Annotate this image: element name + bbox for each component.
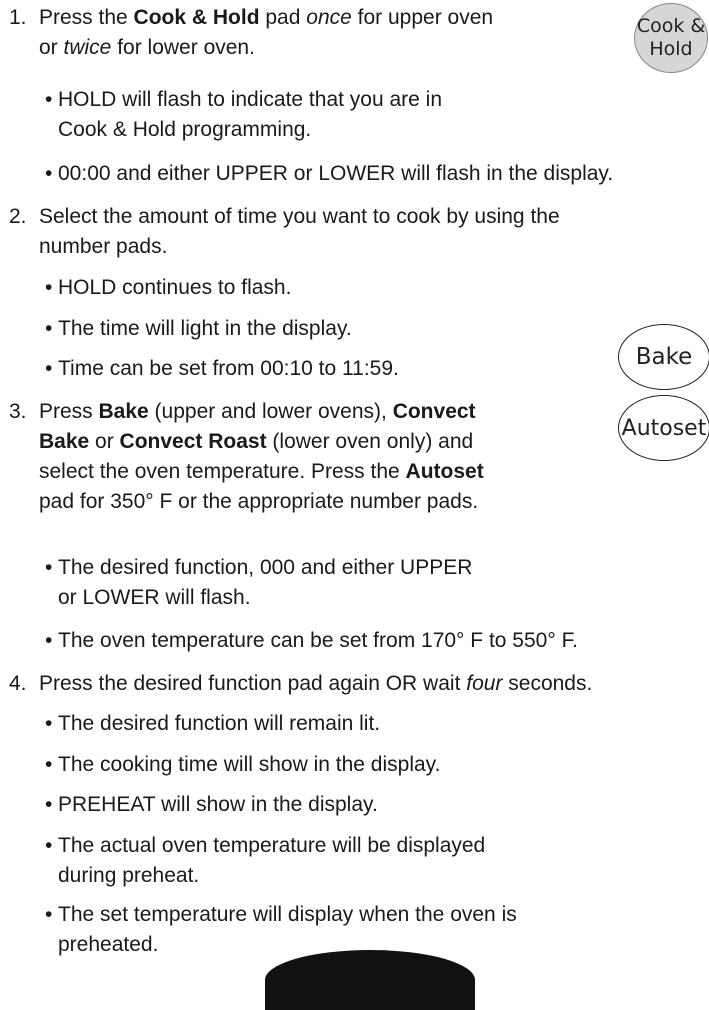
step-4: 4. Press the desired function pad again O… xyxy=(9,669,592,699)
autoset-pad-icon: Autoset xyxy=(618,395,709,461)
list-item: • The cooking time will show in the displ… xyxy=(45,753,441,776)
list-item: • The actual oven temperature will be dis… xyxy=(45,834,486,887)
cook-hold-pad-icon: Cook & Hold xyxy=(634,3,708,73)
list-item: • HOLD will flash to indicate that you ar… xyxy=(45,88,443,141)
step-2: 2. Select the amount of time you want to … xyxy=(9,202,560,262)
list-item: • 00:00 and either UPPER or LOWER will fl… xyxy=(45,162,614,185)
list-item: • The desired function, 000 and either UP… xyxy=(45,556,473,609)
dark-pad-shape xyxy=(265,950,475,1010)
step-number: 1. xyxy=(9,6,27,29)
list-item: • HOLD continues to flash. xyxy=(45,276,292,299)
list-item: • PREHEAT will show in the display. xyxy=(45,793,378,816)
list-item: • The set temperature will display when t… xyxy=(45,903,517,956)
list-item: • The desired function will remain lit. xyxy=(45,712,381,735)
list-item: • Time can be set from 00:10 to 11:59. xyxy=(45,357,399,380)
step-number: 2. xyxy=(9,205,27,228)
cook-hold-label: Cook & Hold xyxy=(133,6,260,29)
bake-pad-icon: Bake xyxy=(618,324,709,390)
step-1: 1. Press the Cook & Hold pad once for upp… xyxy=(9,3,493,63)
list-item: • The oven temperature can be set from 17… xyxy=(45,629,578,652)
step-3: 3. Press Bake (upper and lower ovens), Co… xyxy=(9,397,484,517)
step-number: 3. xyxy=(9,400,27,423)
list-item: • The time will light in the display. xyxy=(45,317,352,340)
step-number: 4. xyxy=(9,672,27,695)
